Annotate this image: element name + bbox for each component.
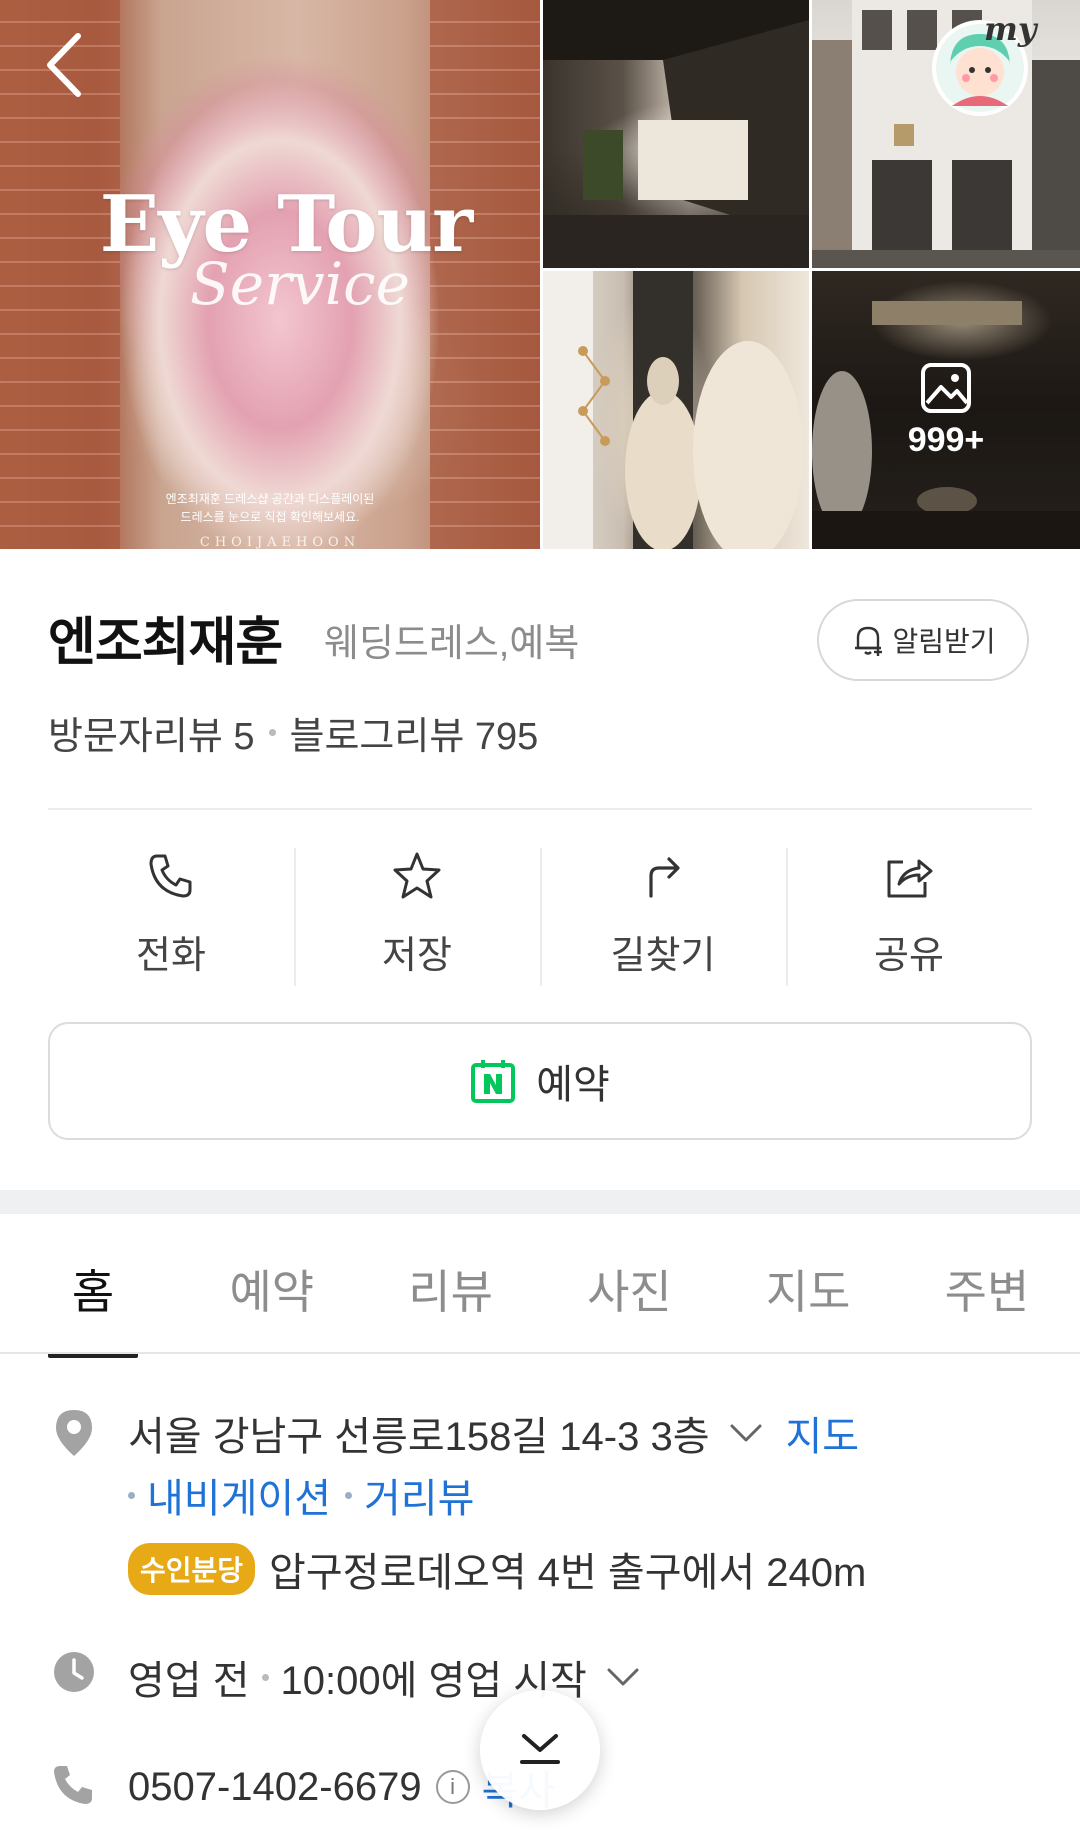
separator-dot [261, 1673, 269, 1681]
separator-dot [345, 1491, 352, 1499]
save-button[interactable]: 저장 [294, 848, 540, 988]
section-gap [0, 1190, 1080, 1214]
directions-button[interactable]: 길찾기 [540, 848, 786, 988]
clock-icon [54, 1652, 94, 1692]
chevron-down-icon[interactable] [601, 1662, 645, 1692]
alert-button[interactable]: 알림받기 [817, 599, 1029, 681]
navigation-link[interactable]: 내비게이션 [147, 1466, 331, 1524]
review-counts: 방문자리뷰 5 블로그리뷰 795 [48, 705, 538, 760]
poster-caption: 엔조최재훈 드레스샵 공간과 디스플레이된 드레스를 눈으로 직접 확인해보세요… [120, 490, 420, 526]
poster-brand: CHOIJAEHOON [199, 535, 361, 549]
tabs-divider [0, 1352, 1080, 1354]
phone-number[interactable]: 0507-1402-6679 [128, 1765, 422, 1810]
back-button[interactable] [40, 30, 90, 100]
scroll-down-button[interactable] [480, 1690, 600, 1810]
subway-row: 수인분당 압구정로데오역 4번 출구에서 240m [128, 1540, 866, 1598]
address-row: 서울 강남구 선릉로158길 14-3 3층 지도 [128, 1404, 859, 1462]
divider [48, 808, 1032, 810]
map-link[interactable]: 지도 [786, 1404, 860, 1462]
phone-icon [54, 1766, 92, 1804]
bell-plus-icon [855, 626, 883, 656]
chevron-left-icon [47, 33, 81, 97]
blog-reviews-link[interactable]: 블로그리뷰 795 [290, 705, 539, 760]
directions-label: 길찾기 [610, 935, 716, 977]
share-icon [887, 859, 933, 898]
more-photos-count: 999+ [907, 420, 985, 459]
tab-home[interactable]: 홈 [48, 1240, 138, 1358]
streetview-link[interactable]: 거리뷰 [364, 1466, 474, 1524]
tab-map[interactable]: 지도 [763, 1240, 853, 1354]
naver-calendar-icon [471, 1060, 516, 1103]
location-pin-icon [56, 1410, 92, 1456]
address-text: 서울 강남구 선릉로158길 14-3 3층 [128, 1415, 710, 1459]
poster-subtitle: Service [190, 250, 410, 318]
my-badge: my [984, 10, 1037, 48]
subway-directions: 압구정로데오역 4번 출구에서 240m [269, 1551, 867, 1595]
gallery-photo-more[interactable]: 999+ [812, 271, 1080, 549]
poster-caption-line2: 드레스를 눈으로 직접 확인해보세요. [180, 510, 360, 524]
phone-icon [149, 854, 192, 898]
poster-caption-line1: 엔조최재훈 드레스샵 공간과 디스플레이된 [165, 492, 375, 506]
my-profile-button[interactable]: my [928, 10, 1038, 120]
more-photos-overlay: 999+ [812, 271, 1080, 549]
hours-status: 영업 전 [128, 1659, 250, 1703]
tab-bar: 홈 예약 리뷰 사진 지도 주변 [48, 1240, 1032, 1358]
separator-dot [268, 729, 276, 736]
alert-label: 알림받기 [892, 626, 996, 657]
directions-icon [649, 857, 680, 898]
tab-photos[interactable]: 사진 [584, 1240, 674, 1354]
place-name: 엔조최재훈 [48, 614, 283, 672]
chevron-down-icon[interactable] [724, 1418, 768, 1448]
gallery-photo-hall[interactable] [543, 0, 809, 268]
info-icon[interactable]: i [435, 1770, 470, 1804]
tab-nearby[interactable]: 주변 [942, 1240, 1032, 1354]
star-icon [393, 852, 441, 899]
action-bar: 전화 저장 길찾기 공유 [48, 848, 1032, 988]
share-button[interactable]: 공유 [786, 848, 1032, 988]
reserve-label: 예약 [536, 1063, 610, 1107]
hall-illustration [543, 0, 809, 268]
tab-reservation[interactable]: 예약 [227, 1240, 317, 1354]
mannequin-illustration [543, 271, 803, 549]
image-icon [921, 362, 971, 413]
reserve-button[interactable]: 예약 [48, 1022, 1032, 1140]
address-links: 내비게이션 거리뷰 [128, 1466, 474, 1524]
subway-line-badge: 수인분당 [128, 1543, 256, 1595]
save-label: 저장 [382, 935, 452, 977]
separator-dot [128, 1491, 135, 1499]
place-category: 웨딩드레스,예복 [324, 623, 580, 665]
call-label: 전화 [136, 935, 206, 977]
gallery-photo-mannequin[interactable] [543, 271, 809, 549]
chevron-down-icon [520, 1734, 560, 1764]
photo-gallery: Eye Tour Service 엔조최재훈 드레스샵 공간과 디스플레이된 드… [0, 0, 1080, 549]
tab-reviews[interactable]: 리뷰 [406, 1240, 496, 1354]
share-label: 공유 [874, 935, 944, 977]
call-button[interactable]: 전화 [48, 848, 294, 988]
visitor-reviews-link[interactable]: 방문자리뷰 5 [48, 705, 255, 760]
